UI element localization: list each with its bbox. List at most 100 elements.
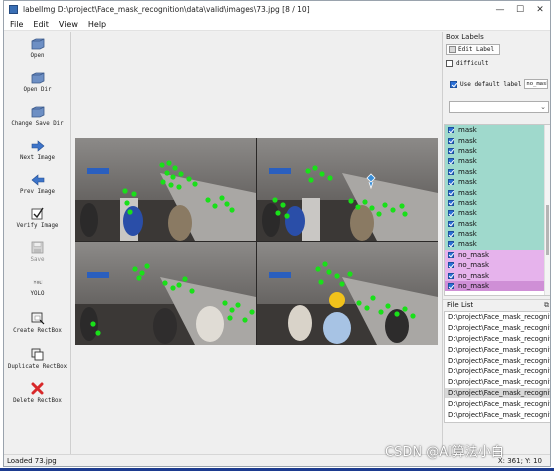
annotation-point[interactable] <box>378 309 384 315</box>
use-default-label-checkbox[interactable] <box>450 80 457 88</box>
annotation-point[interactable] <box>275 210 281 216</box>
annotation-point[interactable] <box>399 203 405 209</box>
annotation-point[interactable] <box>284 213 290 219</box>
save-button[interactable]: Save <box>4 241 71 263</box>
annotation-point[interactable] <box>176 184 182 190</box>
label-item-checkbox[interactable] <box>448 231 454 238</box>
annotation-point[interactable] <box>224 201 230 207</box>
annotation-point[interactable] <box>385 303 391 309</box>
menu-help[interactable]: Help <box>88 20 106 29</box>
annotation-point[interactable] <box>364 305 370 311</box>
label-list-item[interactable]: mask <box>445 135 550 146</box>
open-button[interactable]: Open <box>4 37 71 59</box>
annotation-point[interactable] <box>322 261 328 267</box>
edit-label-button[interactable]: Edit Label <box>446 44 500 55</box>
delete-rectbox-button[interactable]: Delete RectBox <box>4 382 71 404</box>
annotation-point[interactable] <box>227 315 233 321</box>
annotation-point[interactable] <box>176 282 182 288</box>
minimize-button[interactable]: — <box>490 1 510 18</box>
label-list-item[interactable]: mask <box>445 166 550 177</box>
annotation-point[interactable] <box>370 295 376 301</box>
annotation-point[interactable] <box>162 280 168 286</box>
annotation-point[interactable] <box>308 177 314 183</box>
annotation-point[interactable] <box>347 271 353 277</box>
annotation-point[interactable] <box>362 199 368 205</box>
label-combobox[interactable]: ⌄ <box>449 101 549 113</box>
annotation-point[interactable] <box>90 321 96 327</box>
difficult-checkbox[interactable]: difficult <box>446 60 489 67</box>
label-item-checkbox[interactable] <box>448 210 454 217</box>
file-list-item[interactable]: D:\project\Face_mask_recognition <box>445 409 550 420</box>
file-list-item[interactable]: D:\project\Face_mask_recognition <box>445 366 550 377</box>
annotation-point[interactable] <box>178 171 184 177</box>
file-list-item[interactable]: D:\project\Face_mask_recognition <box>445 312 550 323</box>
annotation-point[interactable] <box>144 263 150 269</box>
annotation-point[interactable] <box>319 171 325 177</box>
format-yolo-button[interactable]: YOLO <box>4 275 71 297</box>
annotation-point[interactable] <box>355 204 361 210</box>
prev-image-button[interactable]: Prev Image <box>4 173 71 195</box>
annotation-point[interactable] <box>356 300 362 306</box>
annotation-point[interactable] <box>390 207 396 213</box>
annotation-point[interactable] <box>327 175 333 181</box>
label-item-checkbox[interactable] <box>448 147 454 154</box>
label-item-checkbox[interactable] <box>448 241 454 248</box>
label-item-checkbox[interactable] <box>448 220 454 227</box>
label-list-item[interactable]: no_mask <box>445 280 550 292</box>
duplicate-rectbox-button[interactable]: Duplicate RectBox <box>4 348 71 370</box>
file-list-item[interactable]: D:\project\Face_mask_recognition <box>445 398 550 409</box>
canvas-area[interactable] <box>72 32 442 454</box>
annotation-point[interactable] <box>95 330 101 336</box>
annotation-point[interactable] <box>160 179 166 185</box>
default-label-input[interactable]: no_mask <box>524 79 549 89</box>
annotation-point[interactable] <box>132 266 138 272</box>
annotation-point[interactable] <box>205 197 211 203</box>
label-item-checkbox[interactable] <box>448 137 454 144</box>
label-list-item[interactable]: no_mask <box>445 270 550 281</box>
label-item-checkbox[interactable] <box>448 127 454 134</box>
annotation-point[interactable] <box>219 195 225 201</box>
menu-view[interactable]: View <box>59 20 78 29</box>
file-list-item[interactable]: D:\project\Face_mask_recognition <box>445 323 550 334</box>
label-list-item[interactable]: mask <box>445 218 550 229</box>
create-rectbox-button[interactable]: Create RectBox <box>4 312 71 334</box>
annotation-point[interactable] <box>326 269 332 275</box>
label-item-checkbox[interactable] <box>448 189 454 196</box>
annotation-point[interactable] <box>272 197 278 203</box>
label-item-checkbox[interactable] <box>448 158 454 165</box>
verify-image-button[interactable]: Verify Image <box>4 207 71 229</box>
annotation-point[interactable] <box>222 300 228 306</box>
annotation-point[interactable] <box>369 205 375 211</box>
label-list-item[interactable]: mask <box>445 187 550 198</box>
annotation-point[interactable] <box>235 302 241 308</box>
annotation-point[interactable] <box>339 281 345 287</box>
label-list-item[interactable]: mask <box>445 208 550 219</box>
annotation-point[interactable] <box>348 198 354 204</box>
annotation-point[interactable] <box>334 273 340 279</box>
next-image-button[interactable]: Next Image <box>4 139 71 161</box>
float-dock-icon[interactable]: ⧉ <box>544 301 549 310</box>
annotation-point[interactable] <box>172 165 178 171</box>
annotation-point[interactable] <box>402 306 408 312</box>
annotation-point[interactable] <box>122 188 128 194</box>
annotation-point[interactable] <box>164 170 170 176</box>
annotation-point[interactable] <box>229 307 235 313</box>
file-list-item[interactable]: D:\project\Face_mask_recognition <box>445 377 550 388</box>
file-list[interactable]: D:\project\Face_mask_recognition D:\proje… <box>444 311 550 423</box>
maximize-button[interactable]: ☐ <box>510 1 530 18</box>
file-list-item[interactable]: D:\project\Face_mask_recognition <box>445 355 550 366</box>
annotation-point[interactable] <box>402 211 408 217</box>
annotation-point[interactable] <box>312 165 318 171</box>
annotation-point[interactable] <box>170 174 176 180</box>
close-button[interactable]: ✕ <box>530 1 550 18</box>
annotation-point[interactable] <box>182 276 188 282</box>
label-list-item[interactable]: mask <box>445 239 550 250</box>
label-item-checkbox[interactable] <box>448 199 454 206</box>
annotation-point[interactable] <box>229 207 235 213</box>
annotation-point[interactable] <box>166 160 172 166</box>
label-list-item[interactable]: mask <box>445 145 550 157</box>
annotation-point[interactable] <box>376 211 382 217</box>
annotation-point[interactable] <box>410 313 416 319</box>
annotation-point[interactable] <box>242 317 248 323</box>
label-list-item[interactable]: no_mask <box>445 249 550 261</box>
